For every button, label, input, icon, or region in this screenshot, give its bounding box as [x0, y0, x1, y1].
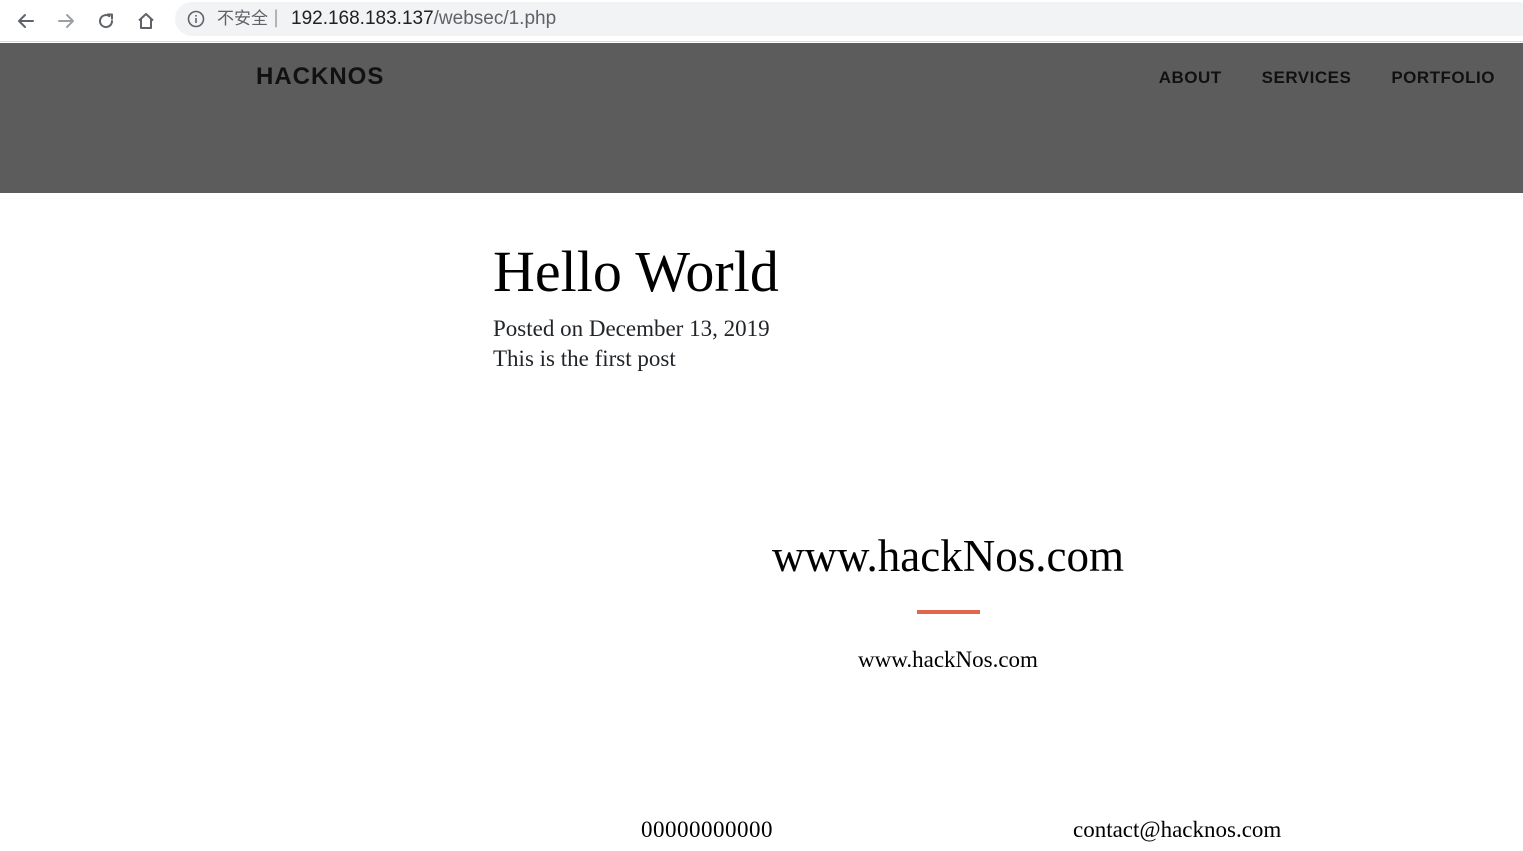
post-body: This is the first post	[493, 346, 676, 371]
post-article: Hello World Posted on December 13, 2019 …	[493, 238, 779, 374]
address-bar[interactable]: 不安全 | 192.168.183.137/websec/1.php	[175, 2, 1523, 36]
info-icon[interactable]	[187, 10, 205, 28]
contact-email[interactable]: contact@hacknos.com	[1073, 815, 1281, 845]
url-path: /websec/1.php	[433, 8, 557, 29]
brand-logo-link[interactable]: HACKNOS	[256, 63, 384, 91]
url-host: 192.168.183.137	[291, 8, 434, 29]
accent-divider	[917, 610, 980, 614]
section-heading: www.hackNos.com	[771, 531, 1124, 581]
post-title: Hello World	[493, 239, 779, 304]
main-nav: ABOUT SERVICES PORTFOLIO	[1147, 68, 1523, 88]
home-icon	[136, 11, 156, 31]
back-button[interactable]	[12, 7, 40, 35]
nav-link-portfolio[interactable]: PORTFOLIO	[1391, 68, 1495, 88]
post-date: Posted on December 13, 2019	[493, 316, 770, 341]
contact-phone: 00000000000	[641, 817, 773, 842]
forward-button[interactable]	[52, 7, 80, 35]
browser-toolbar: 不安全 | 192.168.183.137/websec/1.php	[0, 0, 1523, 42]
site-header: HACKNOS ABOUT SERVICES PORTFOLIO	[0, 43, 1523, 193]
nav-link-about[interactable]: ABOUT	[1159, 68, 1222, 88]
reload-icon	[96, 11, 116, 31]
security-status-label[interactable]: 不安全	[217, 8, 268, 30]
forward-icon	[56, 11, 76, 31]
url-separator: |	[273, 7, 280, 28]
section-subtitle: www.hackNos.com	[858, 647, 1038, 672]
reload-button[interactable]	[92, 7, 120, 35]
url-text[interactable]: 192.168.183.137/websec/1.php	[291, 8, 556, 30]
home-button[interactable]	[132, 7, 160, 35]
nav-link-services[interactable]: SERVICES	[1262, 68, 1352, 88]
back-icon	[16, 11, 36, 31]
